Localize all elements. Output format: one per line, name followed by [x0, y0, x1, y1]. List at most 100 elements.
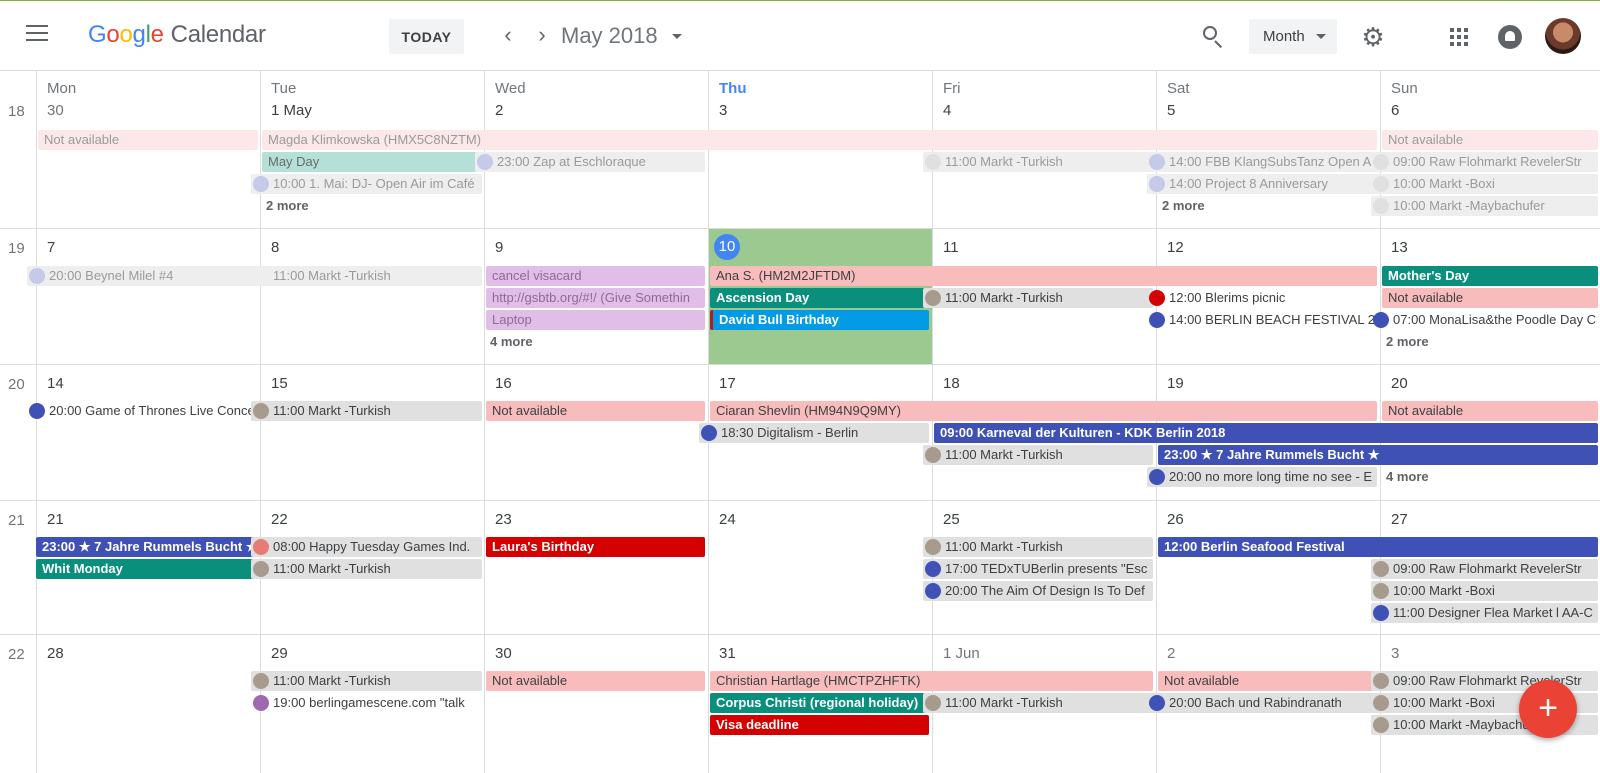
event-chip[interactable]: http://gsbtb.org/#!/ (Give Somethin — [486, 288, 705, 308]
day-number[interactable]: 29 — [271, 645, 288, 662]
day-number[interactable]: 3 — [719, 102, 727, 119]
event-chip[interactable]: 23:00 ★ 7 Jahre Rummels Bucht ★ — [1158, 445, 1598, 465]
day-number[interactable]: 21 — [47, 511, 64, 528]
event-chip[interactable]: 11:00 Markt -Turkish — [923, 445, 1153, 465]
event-chip[interactable]: Not available — [1382, 401, 1598, 421]
event-chip[interactable]: Laptop — [486, 310, 705, 330]
previous-month-button[interactable]: ‹ — [495, 22, 521, 48]
day-number[interactable]: 30 — [495, 645, 512, 662]
day-number[interactable]: 5 — [1167, 102, 1175, 119]
more-events-link[interactable]: 2 more — [266, 198, 309, 213]
day-number[interactable]: 17 — [719, 375, 736, 392]
week-number[interactable]: 21 — [8, 512, 25, 529]
event-chip[interactable]: Not available — [486, 671, 705, 691]
day-number[interactable]: 19 — [1167, 375, 1184, 392]
event-chip[interactable]: Laura's Birthday — [486, 537, 705, 557]
bell-icon[interactable] — [1498, 25, 1522, 49]
event-chip[interactable]: 17:00 TEDxTUBerlin presents "Esc — [923, 559, 1153, 579]
day-number[interactable]: 23 — [495, 511, 512, 528]
month-title[interactable]: May 2018 — [561, 23, 658, 49]
gear-icon[interactable]: ⚙ — [1361, 24, 1385, 50]
day-number[interactable]: 31 — [719, 645, 736, 662]
event-chip[interactable]: Not available — [486, 401, 705, 421]
day-number[interactable]: 7 — [47, 239, 55, 256]
week-number[interactable]: 18 — [8, 103, 25, 120]
event-chip[interactable]: Ascension Day — [710, 288, 929, 308]
event-chip[interactable]: 11:00 Markt -Turkish — [251, 401, 482, 421]
day-number[interactable]: 1 Jun — [943, 645, 980, 662]
day-number[interactable]: 13 — [1391, 239, 1408, 256]
event-chip[interactable]: David Bull Birthday — [710, 310, 929, 330]
menu-icon[interactable] — [26, 25, 50, 47]
create-event-button[interactable]: + — [1519, 680, 1577, 738]
day-number[interactable]: 18 — [943, 375, 960, 392]
day-cell[interactable]: 8 — [260, 229, 484, 364]
day-number[interactable]: 20 — [1391, 375, 1408, 392]
day-cell[interactable]: 26 — [1156, 501, 1380, 634]
avatar[interactable] — [1545, 18, 1581, 54]
event-chip[interactable]: 10:00 Markt -Boxi — [1371, 174, 1598, 194]
day-number[interactable]: 26 — [1167, 511, 1184, 528]
more-events-link[interactable]: 2 more — [1386, 334, 1429, 349]
event-chip[interactable]: 11:00 Markt -Turkish — [923, 537, 1153, 557]
event-chip[interactable]: 12:00 Berlin Seafood Festival — [1158, 537, 1598, 557]
day-number[interactable]: 16 — [495, 375, 512, 392]
event-chip[interactable]: 11:00 Markt -Turkish — [251, 671, 482, 691]
day-cell[interactable]: 7 — [36, 229, 260, 364]
day-number[interactable]: 11 — [943, 239, 959, 256]
day-cell[interactable]: 28 — [36, 635, 260, 773]
event-chip[interactable]: 11:00 Markt -Turkish — [251, 266, 482, 286]
event-chip[interactable]: Christian Hartlage (HMCTPZHFTK) — [710, 671, 1153, 691]
event-chip[interactable]: Corpus Christi (regional holiday) — [710, 693, 929, 713]
day-cell[interactable]: 23 — [484, 501, 708, 634]
event-chip[interactable]: 11:00 Markt -Turkish — [923, 152, 1153, 172]
event-chip[interactable]: Not available — [1382, 130, 1598, 150]
today-button[interactable]: TODAY — [389, 19, 464, 54]
event-chip[interactable]: 11:00 Markt -Turkish — [923, 288, 1153, 308]
week-number[interactable]: 19 — [8, 240, 25, 257]
event-chip[interactable]: 14:00 FBB KlangSubsTanz Open A — [1147, 152, 1377, 172]
day-number[interactable]: 4 — [943, 102, 951, 119]
day-number[interactable]: 28 — [47, 645, 64, 662]
event-chip[interactable]: 10:00 Markt -Boxi — [1371, 581, 1598, 601]
day-cell[interactable]: 15 — [260, 365, 484, 500]
event-chip[interactable]: May Day — [262, 152, 482, 172]
more-events-link[interactable]: 4 more — [490, 334, 533, 349]
day-number[interactable]: 8 — [271, 239, 279, 256]
event-chip[interactable]: Visa deadline — [710, 715, 929, 735]
event-chip[interactable]: 23:00 Zap at Eschloraque — [475, 152, 705, 172]
event-chip[interactable]: 09:00 Raw Flohmarkt RevelerStr — [1371, 559, 1598, 579]
next-month-button[interactable]: › — [529, 22, 555, 48]
google-calendar-logo[interactable]: Google Calendar — [88, 21, 266, 49]
event-chip[interactable]: 09:00 Karneval der Kulturen - KDK Berlin… — [934, 423, 1598, 443]
event-chip[interactable]: 20:00 Beynel Milel #4 — [27, 266, 258, 286]
more-events-link[interactable]: 4 more — [1386, 469, 1429, 484]
event-chip[interactable]: 14:00 BERLIN BEACH FESTIVAL 20 — [1147, 310, 1377, 330]
event-chip[interactable]: 20:00 The Aim Of Design Is To Def — [923, 581, 1153, 601]
day-number[interactable]: 3 — [1391, 645, 1399, 662]
event-chip[interactable]: 23:00 ★ 7 Jahre Rummels Bucht ★ — [36, 537, 258, 557]
week-number[interactable]: 20 — [8, 376, 25, 393]
event-chip[interactable]: Magda Klimkowska (HMX5C8NZTM) — [262, 130, 1377, 150]
event-chip[interactable]: Not available — [1382, 288, 1598, 308]
event-chip[interactable]: 10:00 1. Mai: DJ- Open Air im Café — [251, 174, 482, 194]
day-cell[interactable]: 16 — [484, 365, 708, 500]
today-date-number[interactable]: 10 — [714, 234, 740, 260]
event-chip[interactable]: 19:00 berlingamescene.com "talk — [251, 693, 482, 713]
event-chip[interactable]: 09:00 Raw Flohmarkt RevelerStr — [1371, 152, 1598, 172]
day-number[interactable]: 9 — [495, 239, 503, 256]
day-number[interactable]: 2 — [1167, 645, 1175, 662]
event-chip[interactable]: 20:00 no more long time no see - E — [1147, 467, 1377, 487]
event-chip[interactable]: 20:00 Game of Thrones Live Conce — [27, 401, 258, 421]
day-number[interactable]: 27 — [1391, 511, 1408, 528]
event-chip[interactable]: Ciaran Shevlin (HM94N9Q9MY) — [710, 401, 1377, 421]
day-cell[interactable]: 30 — [484, 635, 708, 773]
event-chip[interactable]: 07:00 MonaLisa&the Poodle Day C — [1371, 310, 1598, 330]
day-number[interactable]: 6 — [1391, 102, 1399, 119]
more-events-link[interactable]: 2 more — [1162, 198, 1205, 213]
chevron-down-icon[interactable] — [672, 34, 682, 39]
day-cell[interactable]: 24 — [708, 501, 932, 634]
event-chip[interactable]: 11:00 Markt -Turkish — [251, 559, 482, 579]
event-chip[interactable]: Whit Monday — [36, 559, 258, 579]
week-number[interactable]: 22 — [8, 646, 25, 663]
